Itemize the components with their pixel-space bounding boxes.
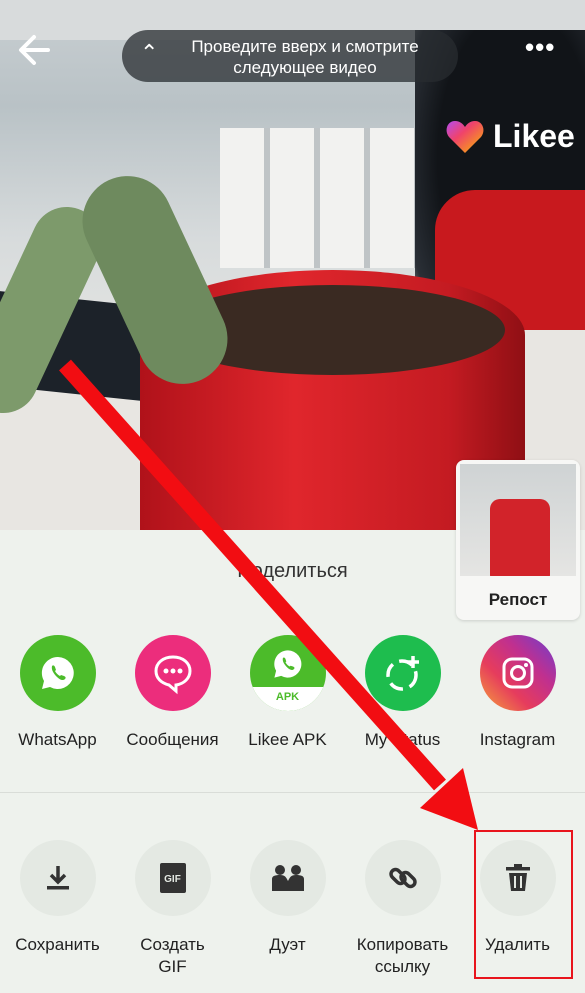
swipe-hint-text: Проведите вверх и смотрите следующее вид… — [191, 37, 419, 77]
create-gif-button[interactable]: GIF Создать GIF — [115, 840, 230, 978]
link-icon — [364, 840, 441, 916]
share-my-status[interactable]: My Status — [345, 635, 460, 751]
share-messages[interactable]: Сообщения — [115, 635, 230, 751]
duet-button[interactable]: Дуэт — [230, 840, 345, 978]
video-frame — [220, 128, 430, 268]
likee-logo: Likee — [445, 118, 575, 155]
gif-icon: GIF — [134, 840, 211, 916]
likee-logo-text: Likee — [493, 118, 575, 154]
share-whatsapp[interactable]: WhatsApp — [0, 635, 115, 751]
duet-icon — [249, 840, 326, 916]
swipe-hint[interactable]: ⌃ Проведите вверх и смотрите следующее в… — [122, 30, 458, 82]
copy-link-button[interactable]: Копировать ссылку — [345, 840, 460, 978]
save-label: Сохранить — [15, 935, 100, 954]
top-bar: ⌃ Проведите вверх и смотрите следующее в… — [0, 0, 585, 100]
chevron-up-icon: ⌃ — [140, 40, 159, 65]
instagram-icon — [479, 635, 556, 711]
repost-label: Репост — [488, 590, 548, 609]
share-instagram[interactable]: Instagram — [460, 635, 575, 751]
share-messages-label: Сообщения — [126, 730, 219, 749]
share-likee-apk[interactable]: APK Likee APK — [230, 635, 345, 751]
divider — [0, 792, 585, 793]
duet-label: Дуэт — [269, 935, 306, 954]
likee-heart-icon — [446, 120, 484, 153]
status-icon — [364, 635, 441, 711]
back-arrow-icon[interactable] — [14, 30, 54, 70]
download-icon — [19, 840, 96, 916]
repost-card[interactable]: Репост — [456, 460, 580, 620]
likee-apk-icon: APK — [249, 635, 326, 711]
share-instagram-label: Instagram — [479, 730, 556, 749]
share-my-status-label: My Status — [364, 730, 441, 749]
copy-link-label: Копировать ссылку — [356, 935, 449, 976]
share-apps-row: WhatsApp Сообщения APK Likee APK My Stat… — [0, 635, 585, 751]
save-button[interactable]: Сохранить — [0, 840, 115, 978]
share-whatsapp-label: WhatsApp — [18, 730, 97, 749]
create-gif-label: Создать GIF — [140, 935, 205, 976]
whatsapp-icon — [19, 635, 96, 711]
apk-badge: APK — [249, 687, 326, 711]
annotation-highlight-box — [474, 830, 573, 979]
share-likee-apk-label: Likee APK — [248, 730, 327, 749]
messages-icon — [134, 635, 211, 711]
more-icon[interactable]: ••• — [525, 32, 555, 63]
repost-thumbnail — [460, 464, 576, 576]
